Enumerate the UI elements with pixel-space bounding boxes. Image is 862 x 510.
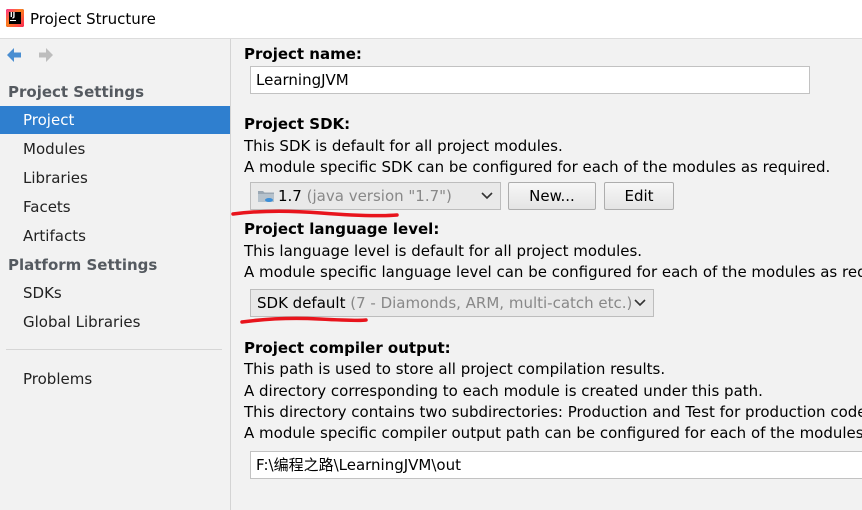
sidebar-item-libraries[interactable]: Libraries xyxy=(0,164,230,192)
project-settings-panel: Project name: LearningJVM Project SDK: T… xyxy=(231,39,862,510)
project-sdk-select[interactable]: 1.7 (java version "1.7") xyxy=(250,182,501,210)
arrow-right-icon[interactable] xyxy=(34,43,58,67)
sidebar-divider xyxy=(6,349,222,350)
language-level-select[interactable]: SDK default (7 - Diamonds, ARM, multi-ca… xyxy=(250,289,654,317)
compiler-output-desc-4: A module specific compiler output path c… xyxy=(244,424,862,442)
compiler-output-desc-2: A directory corresponding to each module… xyxy=(244,382,763,400)
compiler-output-desc-3: This directory contains two subdirectori… xyxy=(244,403,862,421)
sidebar-item-global-libraries[interactable]: Global Libraries xyxy=(0,308,230,336)
project-settings-header: Project Settings xyxy=(8,83,145,101)
sidebar: Project Settings Project Modules Librari… xyxy=(0,39,231,510)
window-title: Project Structure xyxy=(30,10,156,28)
compiler-output-desc-1: This path is used to store all project c… xyxy=(244,360,666,378)
language-level-value: SDK default xyxy=(257,294,346,312)
platform-settings-header: Platform Settings xyxy=(8,256,158,274)
project-sdk-desc-1: This SDK is default for all project modu… xyxy=(244,137,563,155)
intellij-logo-icon: IJ xyxy=(6,9,24,27)
language-level-desc-2: A module specific language level can be … xyxy=(244,263,862,281)
sdk-version: 1.7 xyxy=(278,187,302,205)
project-sdk-desc-2: A module specific SDK can be configured … xyxy=(244,158,831,176)
sidebar-item-problems[interactable]: Problems xyxy=(0,365,230,393)
sidebar-item-sdks[interactable]: SDKs xyxy=(0,279,230,307)
project-sdk-label: Project SDK: xyxy=(244,115,351,133)
language-level-label: Project language level: xyxy=(244,220,440,238)
chevron-down-icon xyxy=(633,290,647,316)
new-sdk-button[interactable]: New... xyxy=(508,182,596,210)
edit-sdk-button[interactable]: Edit xyxy=(604,182,674,210)
title-bar: IJ Project Structure xyxy=(0,0,862,39)
compiler-output-input[interactable]: F:\编程之路\LearningJVM\out xyxy=(250,451,862,479)
sdk-version-detail: (java version "1.7") xyxy=(306,187,452,205)
sidebar-item-project[interactable]: Project xyxy=(0,106,230,134)
sidebar-item-artifacts[interactable]: Artifacts xyxy=(0,222,230,250)
language-level-desc-1: This language level is default for all p… xyxy=(244,242,643,260)
chevron-down-icon xyxy=(480,183,494,209)
arrow-left-icon[interactable] xyxy=(2,43,26,67)
language-level-detail: (7 - Diamonds, ARM, multi-catch etc.) xyxy=(350,294,633,312)
sidebar-item-facets[interactable]: Facets xyxy=(0,193,230,221)
compiler-output-label: Project compiler output: xyxy=(244,339,451,357)
project-name-input[interactable]: LearningJVM xyxy=(250,66,810,94)
sidebar-item-modules[interactable]: Modules xyxy=(0,135,230,163)
project-name-label: Project name: xyxy=(244,45,362,63)
jdk-folder-icon xyxy=(257,185,275,202)
